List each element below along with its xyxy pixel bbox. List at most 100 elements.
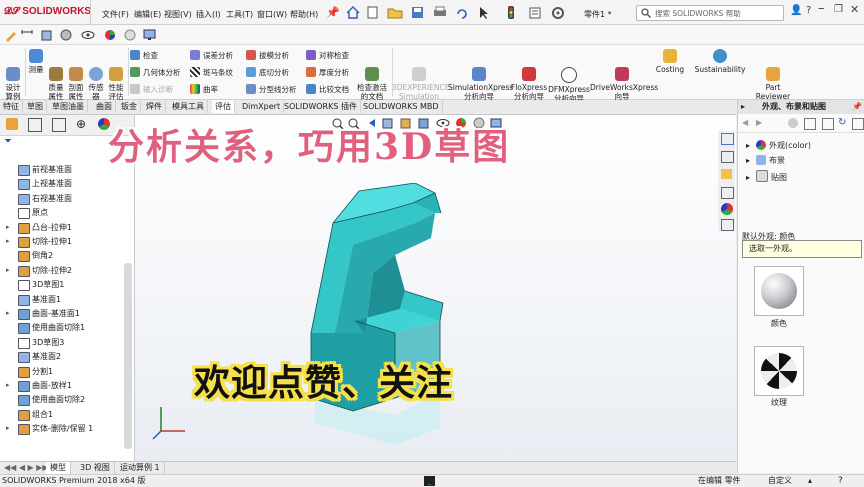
tab-solidworks-mbd[interactable]: SOLIDWORKS MBD	[360, 100, 443, 113]
model-view-tabs: ◀◀ ◀ ▶ ▶▶ 模型 3D 视图 运动算例 1	[0, 461, 736, 475]
plane-icon	[18, 165, 30, 176]
file-explorer-icon[interactable]	[721, 169, 732, 179]
task-pane-menu-icon[interactable]	[852, 118, 864, 130]
pin-icon[interactable]: 📌	[326, 6, 340, 19]
decal-folder[interactable]: ▸ 贴图	[746, 170, 787, 183]
appearance-folder-color[interactable]: ▸ 外观(color)	[746, 140, 811, 151]
geometry-analysis-button[interactable]: 几何体分析	[130, 67, 181, 78]
command-window-icon[interactable]: _	[424, 476, 435, 486]
task-pane-tabs	[718, 131, 735, 231]
minimize-icon[interactable]: –	[818, 1, 825, 16]
maximize-icon[interactable]: ❐	[834, 4, 843, 15]
deviation-analysis-button[interactable]: 误差分析	[190, 50, 233, 61]
sustainability-button[interactable]: Sustainability	[694, 49, 746, 74]
view-options-icon[interactable]	[822, 118, 834, 130]
feature-tree-item-label: 使用曲面切除1	[32, 323, 86, 333]
view-palette-icon[interactable]	[721, 187, 734, 199]
design-library-icon[interactable]	[721, 151, 734, 163]
add-to-library-icon[interactable]	[804, 118, 816, 130]
menu-tools[interactable]: 工具(T)	[226, 9, 253, 20]
dimxpert-manager-icon[interactable]: ⊕	[76, 117, 86, 131]
smart-dimension-icon	[21, 30, 33, 34]
help-question-icon[interactable]: ?	[806, 5, 811, 16]
tab-motion-study-1[interactable]: 运动算例 1	[116, 462, 165, 474]
measure-button[interactable]: 测量	[26, 49, 46, 74]
logo-mark-icon: 𝓓𝓢	[4, 6, 23, 17]
hide-show-eye-icon	[81, 31, 95, 39]
document-name: 零件1 *	[584, 10, 612, 19]
thickness-analysis-icon	[306, 67, 316, 77]
tab-dimxpert[interactable]: DimXpert	[239, 100, 285, 113]
import-diagnostics-button[interactable]: 输入诊断	[130, 84, 173, 95]
tab-sheet-metal[interactable]: 钣金	[118, 100, 141, 113]
draft-analysis-button[interactable]: 拔模分析	[246, 50, 289, 61]
tab-features[interactable]: 特征	[0, 100, 23, 113]
tab-evaluate[interactable]: 评估	[212, 100, 235, 113]
expand-arrow-icon[interactable]: ▸	[6, 235, 10, 248]
refresh-icon[interactable]: ↻	[838, 117, 846, 128]
feature-icon	[18, 237, 30, 248]
compare-documents-button[interactable]: 比较文档	[306, 84, 349, 95]
status-units[interactable]: 自定义	[768, 475, 792, 487]
help-search-input[interactable]: 搜索 SOLIDWORKS 帮助	[636, 5, 784, 21]
close-icon[interactable]: ✕	[850, 3, 859, 16]
expand-arrow-icon[interactable]: ▸	[6, 379, 10, 392]
command-manager-ribbon: 设计 算例 测量 质量 属性 剖面 属性 传感 器 性能 评估 检查 几何体分析…	[0, 45, 864, 110]
scene-folder[interactable]: ▸ 布景	[746, 155, 785, 166]
tab-weldments[interactable]: 焊件	[143, 100, 166, 113]
texture-appearance-swatch[interactable]	[754, 346, 804, 396]
status-help-icon[interactable]: ?	[838, 475, 843, 487]
thickness-analysis-button[interactable]: 厚度分析	[306, 67, 349, 78]
feature-icon	[18, 222, 30, 234]
zebra-stripes-button[interactable]: 斑马条纹	[190, 67, 233, 78]
feature-tree-scrollbar[interactable]	[124, 263, 132, 449]
symmetry-check-button[interactable]: 对称检查	[306, 50, 349, 61]
part-3d-model[interactable]	[275, 183, 515, 449]
tab-surfaces[interactable]: 曲面	[93, 100, 116, 113]
deviation-analysis-icon	[190, 50, 200, 60]
tab-model[interactable]: 模型	[46, 462, 71, 474]
menu-edit[interactable]: 编辑(E)	[134, 9, 161, 20]
filter-funnel-icon[interactable]: ⏷	[4, 136, 12, 147]
menu-window[interactable]: 窗口(W)	[257, 9, 287, 20]
menu-help[interactable]: 帮助(H)	[290, 9, 318, 20]
parting-line-analysis-button[interactable]: 分型线分析	[246, 84, 297, 95]
tab-3d-views[interactable]: 3D 视图	[76, 462, 115, 474]
video-overlay-subtitle: 欢迎点赞、关注	[194, 362, 454, 404]
curvature-button[interactable]: 曲率	[190, 84, 218, 95]
tab-sketch[interactable]: 草图	[24, 100, 47, 113]
task-pane-pin-icon[interactable]: 📌	[852, 100, 862, 114]
expand-arrow-icon[interactable]: ▸	[6, 422, 10, 435]
solidworks-logo[interactable]: 𝓓𝓢 SOLIDWORKS	[4, 6, 91, 17]
costing-button[interactable]: Costing	[652, 49, 688, 74]
surface-icon	[18, 395, 30, 407]
expand-arrow-icon[interactable]: ▸	[6, 264, 10, 277]
feature-icon	[18, 409, 30, 421]
solidworks-resources-icon[interactable]	[721, 133, 734, 145]
property-manager-tab-icon[interactable]	[28, 118, 42, 132]
tab-solidworks-addins[interactable]: SOLIDWORKS 插件	[281, 100, 361, 113]
feature-tree-item-label: 实体-删除/保留 1	[32, 424, 94, 434]
custom-properties-icon[interactable]	[721, 219, 734, 231]
home-appearance-icon[interactable]	[788, 118, 798, 128]
menu-insert[interactable]: 插入(I)	[196, 9, 221, 20]
user-icon[interactable]: 👤	[790, 5, 802, 16]
menu-file[interactable]: 文件(F)	[102, 9, 129, 20]
feature-manager-tab-icon[interactable]	[6, 118, 18, 130]
floxpress-icon	[522, 67, 536, 81]
task-pane-collapse-icon[interactable]: ▸	[741, 100, 745, 114]
color-appearance-swatch[interactable]	[754, 266, 804, 316]
expand-arrow-icon[interactable]: ▸	[6, 221, 10, 234]
expand-arrow-icon[interactable]: ▸	[6, 307, 10, 320]
configuration-manager-tab-icon[interactable]	[52, 118, 66, 132]
undercut-analysis-button[interactable]: 底切分析	[246, 67, 289, 78]
tab-mold-tools[interactable]: 模具工具	[169, 100, 208, 113]
status-units-dropdown-icon[interactable]: ▴	[808, 475, 812, 487]
tab-sketch-ink[interactable]: 草图油墨	[49, 100, 88, 113]
tab-scroll-icons[interactable]: ◀◀ ◀ ▶ ▶▶	[4, 463, 49, 472]
check-button[interactable]: 检查	[130, 50, 158, 61]
forward-arrow-icon[interactable]: ▶	[756, 118, 762, 127]
appearances-scenes-tab-icon[interactable]	[721, 203, 733, 215]
menu-view[interactable]: 视图(V)	[164, 9, 192, 20]
back-arrow-icon[interactable]: ◀	[742, 118, 748, 127]
